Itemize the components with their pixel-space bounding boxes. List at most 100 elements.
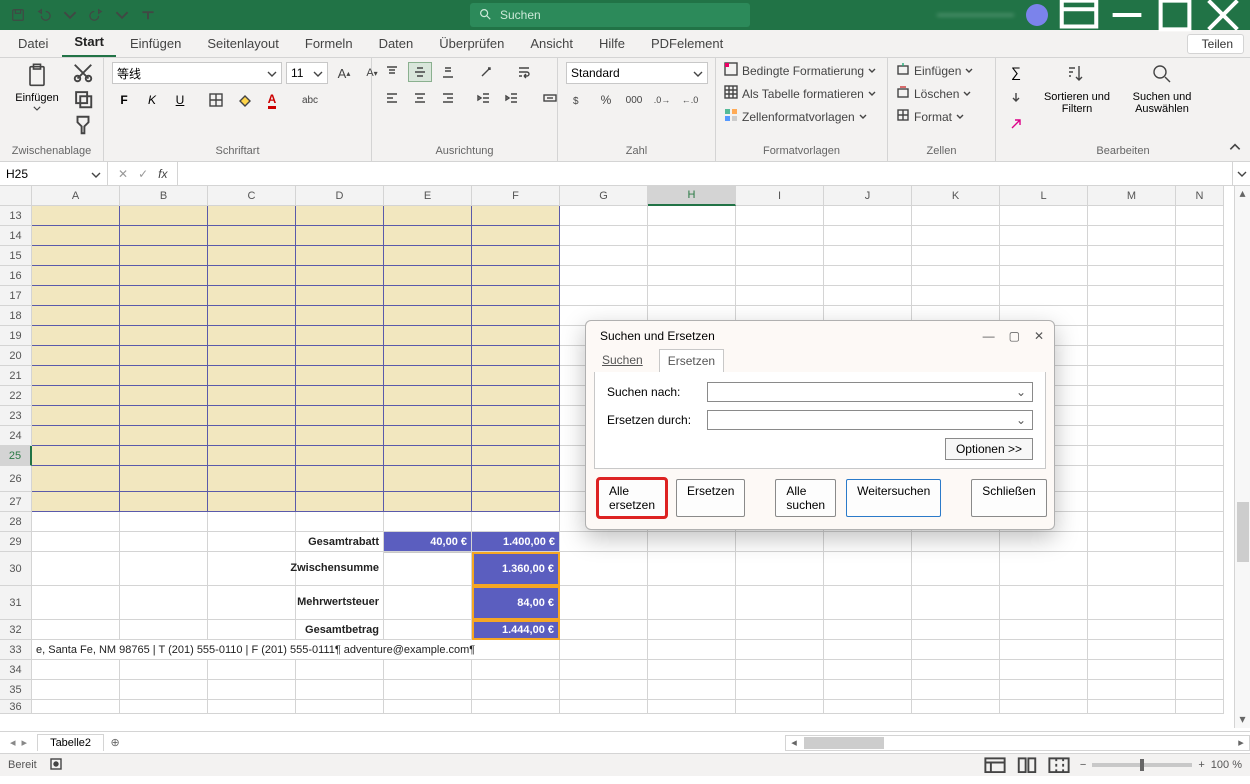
scroll-down-icon[interactable]: ▾: [1239, 712, 1245, 728]
cell[interactable]: [208, 246, 296, 266]
cell[interactable]: [1176, 426, 1224, 446]
column-header[interactable]: H: [648, 186, 736, 206]
avatar[interactable]: [1026, 4, 1048, 26]
scroll-left-icon[interactable]: ◂: [786, 736, 802, 749]
cell[interactable]: Zwischensumme: [296, 552, 384, 586]
maximize-icon[interactable]: [1152, 0, 1198, 30]
decrease-decimal-icon[interactable]: ←.0: [678, 90, 702, 110]
cell[interactable]: [1176, 680, 1224, 700]
cell[interactable]: [296, 492, 384, 512]
cell[interactable]: [1000, 680, 1088, 700]
cell[interactable]: [648, 660, 736, 680]
cell[interactable]: [120, 660, 208, 680]
row-header[interactable]: 14: [0, 226, 32, 246]
cell[interactable]: [208, 306, 296, 326]
cell[interactable]: [1088, 346, 1176, 366]
cell[interactable]: [296, 326, 384, 346]
italic-button[interactable]: K: [140, 90, 164, 110]
column-header[interactable]: E: [384, 186, 472, 206]
cell[interactable]: [1000, 206, 1088, 226]
cell[interactable]: [1088, 406, 1176, 426]
cell[interactable]: [472, 406, 560, 426]
autosum-icon[interactable]: ∑: [1004, 62, 1028, 82]
cell[interactable]: [384, 226, 472, 246]
cell[interactable]: [384, 426, 472, 446]
cell[interactable]: [472, 246, 560, 266]
cell[interactable]: [912, 620, 1000, 640]
cell[interactable]: [1176, 512, 1224, 532]
maximize-icon[interactable]: ▢: [1009, 329, 1020, 343]
cell[interactable]: [120, 246, 208, 266]
paste-button[interactable]: Einfügen: [8, 62, 66, 111]
row-header[interactable]: 30: [0, 552, 32, 586]
row-header[interactable]: 31: [0, 586, 32, 620]
search-box[interactable]: Suchen: [470, 3, 750, 27]
cell[interactable]: [1088, 640, 1176, 660]
cell[interactable]: [472, 306, 560, 326]
options-button[interactable]: Optionen >>: [945, 438, 1033, 460]
cell[interactable]: [472, 492, 560, 512]
delete-cells-button[interactable]: Löschen: [896, 85, 973, 102]
row-header[interactable]: 17: [0, 286, 32, 306]
cell[interactable]: [384, 246, 472, 266]
cell[interactable]: [32, 446, 120, 466]
cell[interactable]: 84,00 €: [472, 586, 560, 620]
cell[interactable]: [648, 226, 736, 246]
cell[interactable]: [120, 532, 208, 552]
cell[interactable]: [1088, 246, 1176, 266]
cell[interactable]: [32, 620, 120, 640]
cell[interactable]: [32, 306, 120, 326]
cell[interactable]: [1176, 586, 1224, 620]
cell[interactable]: [384, 406, 472, 426]
cell[interactable]: [560, 620, 648, 640]
cell[interactable]: [912, 226, 1000, 246]
row-header[interactable]: 20: [0, 346, 32, 366]
cell[interactable]: [1176, 532, 1224, 552]
cell[interactable]: [32, 206, 120, 226]
cell[interactable]: [736, 226, 824, 246]
cell[interactable]: [32, 532, 120, 552]
font-family-select[interactable]: 等线: [112, 62, 282, 84]
cell[interactable]: [824, 246, 912, 266]
column-header[interactable]: K: [912, 186, 1000, 206]
cell[interactable]: [384, 512, 472, 532]
new-sheet-icon[interactable]: ⊕: [104, 736, 126, 749]
cell[interactable]: [296, 406, 384, 426]
cell[interactable]: [120, 386, 208, 406]
cell[interactable]: [472, 326, 560, 346]
fill-icon[interactable]: [1004, 88, 1028, 108]
share-button[interactable]: Teilen: [1187, 34, 1244, 54]
cell[interactable]: [1088, 386, 1176, 406]
cell[interactable]: [736, 620, 824, 640]
row-header[interactable]: 24: [0, 426, 32, 446]
cell[interactable]: [824, 680, 912, 700]
row-header[interactable]: 34: [0, 660, 32, 680]
bold-button[interactable]: F: [112, 90, 136, 110]
qat-customize-icon[interactable]: [138, 5, 158, 25]
cell[interactable]: [208, 466, 296, 492]
cell[interactable]: [32, 266, 120, 286]
cell[interactable]: [208, 680, 296, 700]
cell[interactable]: Gesamtrabatt: [296, 532, 384, 552]
cell[interactable]: [384, 586, 472, 620]
cell[interactable]: [32, 326, 120, 346]
macro-record-icon[interactable]: [49, 757, 63, 774]
cell[interactable]: [1088, 700, 1176, 714]
cell[interactable]: [824, 532, 912, 552]
cell[interactable]: [1176, 386, 1224, 406]
column-header[interactable]: J: [824, 186, 912, 206]
cell[interactable]: [1176, 620, 1224, 640]
cell[interactable]: [736, 680, 824, 700]
sheet-tab-active[interactable]: Tabelle2: [37, 734, 104, 751]
cell[interactable]: [120, 286, 208, 306]
orientation-icon[interactable]: [474, 62, 498, 82]
cell[interactable]: [384, 446, 472, 466]
cell[interactable]: [208, 492, 296, 512]
cell[interactable]: [32, 406, 120, 426]
cell[interactable]: [1088, 366, 1176, 386]
cell[interactable]: [824, 700, 912, 714]
cell[interactable]: [648, 246, 736, 266]
cell[interactable]: [208, 620, 296, 640]
row-header[interactable]: 28: [0, 512, 32, 532]
cell[interactable]: [472, 660, 560, 680]
